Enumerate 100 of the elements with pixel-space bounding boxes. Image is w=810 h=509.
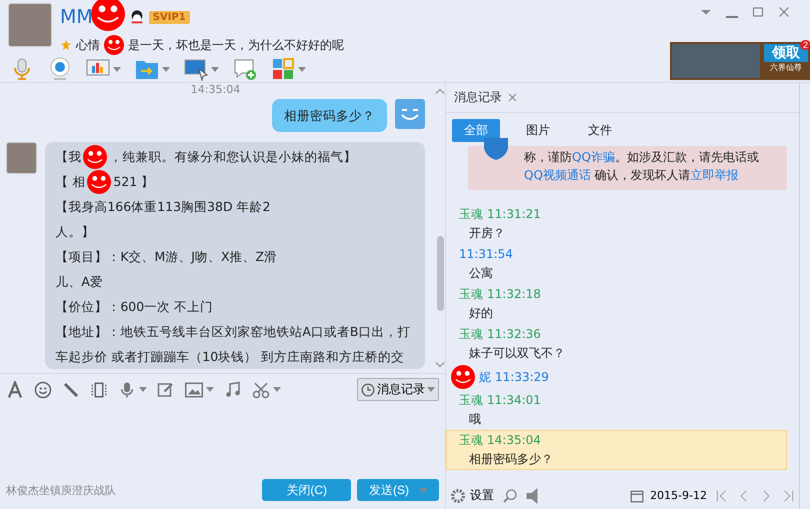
- remote-desktop-button[interactable]: [184, 57, 219, 81]
- history-entry[interactable]: 玉魂 11:34:01 哦: [446, 390, 787, 430]
- history-entry[interactable]: 玉魂 11:32:18 好的: [446, 284, 787, 324]
- smiley-icon: [34, 380, 52, 398]
- message-text: 521 】: [113, 173, 154, 191]
- message-text: 【 相: [55, 173, 86, 191]
- message-time: 11:32:36: [487, 326, 541, 343]
- sender-name: 玉魂: [459, 392, 483, 409]
- sender-name: 玉魂: [459, 206, 483, 223]
- first-page-icon: [715, 488, 729, 502]
- last-page-icon: [781, 488, 795, 502]
- screenshot-button[interactable]: [252, 380, 281, 398]
- caret-icon: [162, 66, 170, 72]
- history-message: 相册密码多少？: [468, 451, 554, 468]
- font-button[interactable]: [6, 380, 24, 398]
- history-entry[interactable]: 11:31:54 公寓: [446, 244, 787, 284]
- caret-icon: [139, 387, 147, 392]
- message-text: 【我身高166体重113胸围38D 年龄2: [55, 198, 271, 216]
- minimize-icon: [726, 16, 738, 18]
- history-tab[interactable]: 消息记录: [446, 83, 799, 113]
- message-text: 【价位】：600一次 不上门: [55, 298, 214, 316]
- vip-badge: SVIP1: [148, 10, 190, 24]
- voice-message-button[interactable]: [118, 380, 147, 398]
- close-icon: [778, 6, 790, 18]
- last-page-button[interactable]: [781, 488, 795, 502]
- scissors-icon: [252, 380, 270, 398]
- search-icon: [502, 488, 518, 504]
- message-text: 车起步价 或者打蹦蹦车（10块钱） 到方庄南路和方庄桥的交: [55, 348, 404, 366]
- caret-icon: [211, 66, 219, 72]
- clock-icon: [361, 382, 375, 396]
- new-discussion-button[interactable]: [233, 57, 257, 81]
- sender-name: 妮: [479, 368, 491, 386]
- sender-name: 玉魂: [459, 326, 483, 343]
- message-text: 。如涉及汇款，请先电话或: [614, 150, 759, 164]
- search-button[interactable]: [502, 488, 518, 504]
- caret-icon: [427, 387, 435, 392]
- first-page-button[interactable]: [715, 488, 729, 502]
- message-text: 【地址】：地铁五号线丰台区刘家窑地铁站A口或者B口出，打: [55, 323, 410, 341]
- microphone-icon: [118, 380, 136, 398]
- filter-tab[interactable]: 文件: [576, 119, 624, 142]
- message-time: 11:31:21: [487, 206, 541, 223]
- message-text: 确认，发现坏人请: [594, 168, 691, 182]
- sender-name: 玉魂: [459, 432, 483, 449]
- settings-icon: [450, 488, 466, 504]
- filter-tab[interactable]: 图片: [514, 119, 562, 142]
- vibrate-icon: [90, 380, 108, 398]
- caret-icon: [113, 66, 121, 72]
- close-icon: [508, 93, 517, 102]
- smiley-icon: [104, 35, 124, 55]
- maximize-button[interactable]: [752, 6, 764, 18]
- message-time: 14:35:04: [487, 432, 541, 449]
- count-badge: 2: [800, 40, 810, 50]
- speaker-icon: [526, 488, 538, 504]
- message-text: ，纯兼职。有缘分和您认识是小妹的福气】: [109, 148, 356, 166]
- history-entry[interactable]: 玉魂 11:32:36 妹子可以双飞不？: [446, 324, 787, 364]
- shake-button[interactable]: [90, 380, 108, 398]
- chat-plus-icon: [233, 57, 257, 81]
- video-call-button[interactable]: [48, 57, 72, 81]
- history-entry[interactable]: 玉魂 11:31:21 开房？: [446, 204, 787, 244]
- message-time: 11:33:29: [495, 368, 549, 386]
- message-text: 【项目】：K交、M游、J吻、X推、Z滑: [55, 248, 278, 266]
- caret-icon: [206, 387, 214, 392]
- caret-icon: [273, 387, 281, 392]
- smiley-icon: [83, 144, 108, 168]
- scroll-down-icon: [435, 359, 445, 369]
- scroll-up-icon: [435, 87, 445, 97]
- music-note-icon: [224, 380, 242, 398]
- claim-ad-button[interactable]: 领取 六界仙尊 2: [762, 42, 810, 80]
- edit-button[interactable]: [157, 380, 175, 398]
- sound-button[interactable]: [526, 488, 538, 504]
- image-icon: [185, 380, 203, 398]
- settings-button[interactable]: 设置: [450, 487, 494, 504]
- sender-name: 玉魂: [459, 286, 483, 303]
- monitor-cursor-icon: [184, 57, 208, 81]
- calendar-icon: [630, 488, 644, 502]
- photo-placeholder: [6, 142, 38, 174]
- contact-name: MM: [60, 6, 93, 28]
- font-icon: [6, 380, 24, 398]
- avatar-icon: [395, 99, 425, 129]
- image-button[interactable]: [185, 380, 214, 398]
- close-button[interactable]: [778, 6, 790, 18]
- message-text: 相册密码多少？: [284, 107, 375, 125]
- emoji-button[interactable]: [34, 380, 52, 398]
- ad-caption: 六界仙尊: [770, 62, 802, 73]
- history-message: 妹子可以双飞不？: [468, 345, 566, 362]
- message-text: 【我: [55, 148, 82, 166]
- webcam-icon: [48, 57, 72, 81]
- star-icon: [60, 39, 72, 51]
- scrollbar-thumb[interactable]: [436, 236, 444, 310]
- history-button[interactable]: 消息记录: [357, 378, 439, 401]
- apps-button[interactable]: [271, 57, 306, 81]
- history-entry[interactable]: 玉魂 14:35:04 相册密码多少？: [446, 430, 787, 470]
- history-entry[interactable]: 妮 11:33:29: [446, 364, 787, 390]
- smiley-icon: [90, 0, 125, 31]
- history-message: 好的: [468, 305, 494, 322]
- music-button[interactable]: [224, 380, 242, 398]
- caret-icon: [298, 66, 306, 72]
- history-message: 开房？: [468, 225, 506, 242]
- message-time: 11:32:18: [487, 286, 541, 303]
- message-time: 11:31:54: [459, 246, 513, 263]
